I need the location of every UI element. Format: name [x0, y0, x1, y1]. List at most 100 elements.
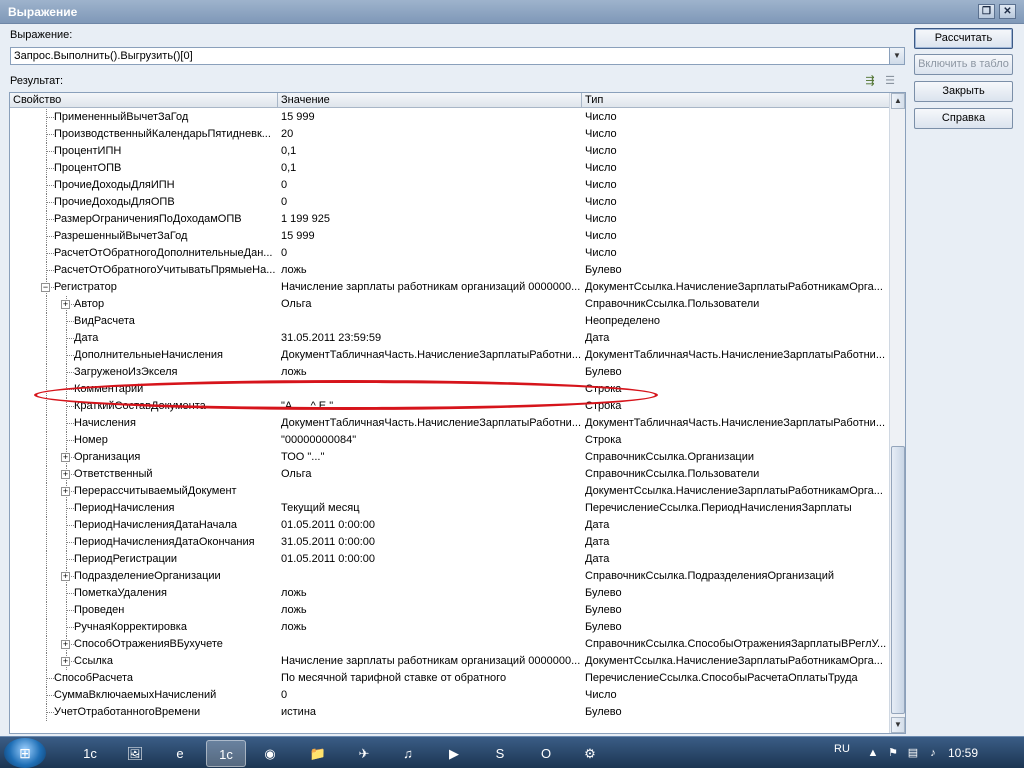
cell-property: ПроцентОПВ: [54, 162, 122, 174]
list-icon[interactable]: ☰: [882, 73, 898, 89]
table-row[interactable]: Проведен ложь Булево: [10, 602, 890, 619]
add-to-table-icon[interactable]: ⇶: [862, 73, 878, 89]
table-row[interactable]: ПрочиеДоходыДляИПН 0 Число: [10, 177, 890, 194]
cell-property: ПодразделениеОрганизации: [74, 570, 221, 582]
cell-property: ПериодРегистрации: [74, 553, 178, 565]
cell-type: ПеречислениеСсылка.ПериодНачисленияЗарпл…: [585, 502, 852, 514]
cell-property: Номер: [74, 434, 108, 446]
1c-enterprise-icon[interactable]: 1c: [206, 740, 246, 767]
itunes-icon[interactable]: ♫: [388, 740, 428, 767]
restore-icon[interactable]: ❐: [978, 4, 995, 19]
cell-type: Число: [585, 247, 617, 259]
cell-type: ДокументСсылка.НачислениеЗарплатыРаботни…: [585, 281, 883, 293]
column-header-value[interactable]: Значение: [278, 93, 582, 108]
table-row[interactable]: ПериодНачисленияДатаОкончания 31.05.2011 …: [10, 534, 890, 551]
table-row[interactable]: ПериодРегистрации 01.05.2011 0:00:00 Дата: [10, 551, 890, 568]
table-row[interactable]: + Автор Ольга СправочникСсылка.Пользователи: [10, 296, 890, 313]
table-row[interactable]: + Ответственный Ольга СправочникСсылка.Поль…: [10, 466, 890, 483]
1c-icon[interactable]: 1c: [70, 740, 110, 767]
ie-icon[interactable]: e: [160, 740, 200, 767]
cell-value: 15 999: [281, 111, 315, 123]
table-row[interactable]: + Организация ТОО "..." СправочникСсылка.Ор…: [10, 449, 890, 466]
table-row[interactable]: РазмерОграниченияПоДоходамОПВ 1 199 925 Чи…: [10, 211, 890, 228]
cell-property: ПрочиеДоходыДляОПВ: [54, 196, 175, 208]
cell-type: ДокументСсылка.НачислениеЗарплатыРаботни…: [585, 485, 883, 497]
outlook-icon[interactable]: O: [526, 740, 566, 767]
close-icon[interactable]: ✕: [999, 4, 1016, 19]
table-row[interactable]: СуммаВключаемыхНачислений 0 Число: [10, 687, 890, 704]
cell-type: Число: [585, 162, 617, 174]
chevron-down-icon[interactable]: ▼: [889, 48, 904, 64]
language-indicator[interactable]: RU: [834, 743, 850, 755]
cell-type: Дата: [585, 332, 610, 344]
ftp-icon[interactable]: ✈: [344, 740, 384, 767]
window-titlebar[interactable]: Выражение ❐ ✕: [0, 0, 1024, 24]
table-row[interactable]: ПримененныйВычетЗаГод 15 999 Число: [10, 109, 890, 126]
cell-value: 0,1: [281, 162, 297, 174]
table-row[interactable]: − Регистратор Начисление зарплаты работник…: [10, 279, 890, 296]
cell-property: Комментарий: [74, 383, 144, 395]
skype-icon[interactable]: S: [480, 740, 520, 767]
table-row[interactable]: + СпособОтраженияВБухучете СправочникСсылк…: [10, 636, 890, 653]
table-row[interactable]: Номер "00000000084" Строка: [10, 432, 890, 449]
table-row[interactable]: ЗагруженоИзЭкселя ложь Булево: [10, 364, 890, 381]
table-row[interactable]: СпособРасчета По месячной тарифной ставке…: [10, 670, 890, 687]
tray-arrow-icon[interactable]: ▲: [866, 746, 880, 760]
table-row[interactable]: ПометкаУдаления ложь Булево: [10, 585, 890, 602]
cell-type: Булево: [585, 264, 622, 276]
table-row[interactable]: ПроизводственныйКалендарьПятидневк... 20 Ч…: [10, 126, 890, 143]
paint-icon[interactable]: 🖼: [115, 740, 155, 767]
table-row[interactable]: ВидРасчета Неопределено: [10, 313, 890, 330]
cell-value: 01.05.2011 0:00:00: [281, 553, 375, 565]
column-header-type[interactable]: Тип: [582, 93, 890, 108]
scroll-thumb[interactable]: [891, 446, 905, 714]
tray-network-icon[interactable]: ▤: [906, 746, 920, 760]
calculate-button[interactable]: Рассчитать: [914, 28, 1013, 49]
scroll-down-icon[interactable]: ▼: [891, 717, 905, 733]
table-row[interactable]: РазрешенныйВычетЗаГод 15 999 Число: [10, 228, 890, 245]
table-row[interactable]: ДополнительныеНачисления ДокументТаблична…: [10, 347, 890, 364]
table-row[interactable]: + ПерерассчитываемыйДокумент ДокументСсылк…: [10, 483, 890, 500]
chrome-icon[interactable]: ◉: [250, 740, 290, 767]
expression-value[interactable]: Запрос.Выполнить().Выгрузить()[0]: [14, 50, 193, 62]
result-grid[interactable]: Свойство Значение Тип ПримененныйВычетЗа…: [9, 92, 906, 734]
vertical-scrollbar[interactable]: ▲ ▼: [889, 93, 905, 733]
scroll-up-icon[interactable]: ▲: [891, 93, 905, 109]
tool-icon[interactable]: ⚙: [570, 740, 610, 767]
table-row[interactable]: + ПодразделениеОрганизации СправочникСсылк…: [10, 568, 890, 585]
table-row[interactable]: РасчетОтОбратногоУчитыватьПрямыеНа... лож…: [10, 262, 890, 279]
table-row[interactable]: + Ссылка Начисление зарплаты работникам ор…: [10, 653, 890, 670]
clock[interactable]: 10:59: [948, 746, 978, 760]
cell-property: СпособОтраженияВБухучете: [74, 638, 223, 650]
cell-type: СправочникСсылка.Организации: [585, 451, 755, 463]
table-row[interactable]: ПроцентОПВ 0,1 Число: [10, 160, 890, 177]
table-row[interactable]: УчетОтработанногоВремени истина Булево: [10, 704, 890, 721]
folder-icon[interactable]: 📁: [298, 740, 338, 767]
table-row[interactable]: РучнаяКорректировка ложь Булево: [10, 619, 890, 636]
help-button[interactable]: Справка: [914, 108, 1013, 129]
cell-type: Булево: [585, 587, 622, 599]
start-button[interactable]: ⊞: [4, 738, 46, 768]
cell-value: 31.05.2011 0:00:00: [281, 536, 375, 548]
cell-type: Булево: [585, 604, 622, 616]
cell-type: Дата: [585, 536, 610, 548]
table-row[interactable]: ПроцентИПН 0,1 Число: [10, 143, 890, 160]
table-row[interactable]: ПрочиеДоходыДляОПВ 0 Число: [10, 194, 890, 211]
tray-volume-icon[interactable]: ♪: [926, 746, 940, 760]
table-row[interactable]: КраткийСоставДокумента "А..... ^.Е." Строк…: [10, 398, 890, 415]
table-row[interactable]: ПериодНачисленияДатаНачала 01.05.2011 0:0…: [10, 517, 890, 534]
close-button[interactable]: Закрыть: [914, 81, 1013, 102]
column-header-property[interactable]: Свойство: [10, 93, 278, 108]
cell-property: ПримененныйВычетЗаГод: [54, 111, 189, 123]
taskbar: ⊞ 1c 🖼 e 1c ◉ 📁 ✈ ♫ ▶ S O ⚙ RU ▲ ⚑ ▤ ♪ 10:59: [0, 736, 1024, 768]
expression-combobox[interactable]: Запрос.Выполнить().Выгрузить()[0] ▼: [10, 47, 905, 65]
table-row[interactable]: ПериодНачисления Текущий месяц Перечислени…: [10, 500, 890, 517]
media-icon[interactable]: ▶: [434, 740, 474, 767]
table-row[interactable]: Дата 31.05.2011 23:59:59 Дата: [10, 330, 890, 347]
cell-value: 0: [281, 689, 288, 701]
table-row[interactable]: Комментарий Строка: [10, 381, 890, 398]
table-row[interactable]: РасчетОтОбратногоДополнительныеДан... 0 Чи…: [10, 245, 890, 262]
tray-flag-icon[interactable]: ⚑: [886, 746, 900, 760]
add-to-table-button[interactable]: Включить в табло: [914, 54, 1013, 75]
table-row[interactable]: Начисления ДокументТабличнаяЧасть.Начисле…: [10, 415, 890, 432]
